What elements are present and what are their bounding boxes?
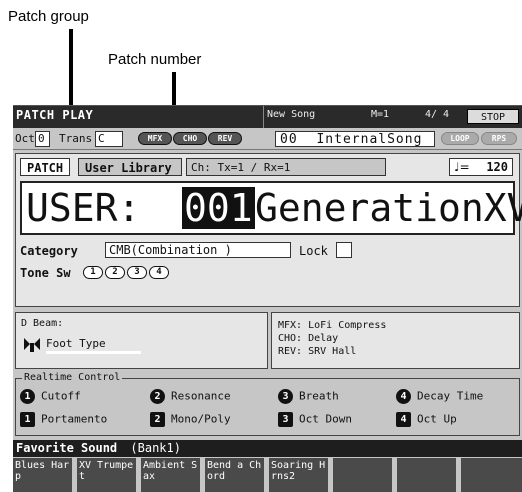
realtime-control-title: Realtime Control xyxy=(22,372,123,383)
d-beam-icon xyxy=(23,335,41,357)
patch-number[interactable]: 001 xyxy=(182,187,255,229)
favorite-slot-4[interactable]: Bend a Chord xyxy=(205,458,266,492)
realtime-knob-3[interactable]: 3 Breath xyxy=(278,389,339,404)
song-name: InternalSong xyxy=(316,132,423,147)
cho-type: CHO: Delay xyxy=(278,333,339,344)
realtime-button-1[interactable]: 1 Portamento xyxy=(20,412,107,427)
category-label: Category xyxy=(20,244,78,258)
octave-field[interactable]: 0 xyxy=(35,131,50,147)
tempo-display[interactable]: ♩= 120 xyxy=(449,158,513,176)
tone-sw-label: Tone Sw xyxy=(20,266,71,280)
cho-switch[interactable]: CHO xyxy=(173,132,207,145)
favorite-sound-title: Favorite Sound xyxy=(16,441,118,455)
tone-switch-3[interactable]: 3 xyxy=(127,266,147,279)
favorite-sound-bar: Favorite Sound (Bank1) xyxy=(13,440,522,457)
d-beam-panel[interactable]: D Beam: Foot Type xyxy=(15,312,268,369)
song-number: 00 xyxy=(280,132,298,147)
lock-label: Lock xyxy=(299,244,328,258)
tab-patch[interactable]: PATCH xyxy=(20,158,71,176)
tab-user-library[interactable]: User Library xyxy=(78,158,182,176)
realtime-button-2[interactable]: 2 Mono/Poly xyxy=(150,412,231,427)
measure-indicator: M=1 xyxy=(371,109,390,120)
favorite-slot-1[interactable]: Blues Harp xyxy=(13,458,74,492)
patch-name-display[interactable]: USER: 001 GenerationXV xyxy=(20,181,522,235)
tone-switch-1[interactable]: 1 xyxy=(83,266,103,279)
transpose-field[interactable]: C xyxy=(95,131,123,147)
effects-panel: MFX: LoFi Compress CHO: Delay REV: SRV H… xyxy=(271,312,520,369)
realtime-control-panel: Realtime Control 1 Cutoff 2 Resonance 3 Bre… xyxy=(15,372,520,436)
realtime-knob-2[interactable]: 2 Resonance xyxy=(150,389,231,404)
quarter-note-icon: ♩= xyxy=(454,160,470,174)
favorite-bank: (Bank1) xyxy=(130,441,181,455)
song-selector[interactable]: 00 InternalSong xyxy=(275,131,435,147)
favorite-slot-7[interactable] xyxy=(397,458,458,492)
realtime-button-3[interactable]: 3 Oct Down xyxy=(278,412,352,427)
realtime-knob-4[interactable]: 4 Decay Time xyxy=(396,389,483,404)
realtime-button-4[interactable]: 4 Oct Up xyxy=(396,412,457,427)
patch-group[interactable]: USER: xyxy=(26,183,140,233)
realtime-knob-1[interactable]: 1 Cutoff xyxy=(20,389,81,404)
rps-button[interactable]: RPS xyxy=(481,132,517,145)
loop-button[interactable]: LOOP xyxy=(441,132,479,145)
tone-switch-4[interactable]: 4 xyxy=(149,266,169,279)
synth-display: PATCH PLAY New Song M=1 4/ 4 STOP Oct 0 … xyxy=(13,105,522,492)
category-field[interactable]: CMB(Combination ) xyxy=(105,242,291,258)
channel-display: Ch: Tx=1 / Rx=1 xyxy=(186,158,386,176)
trans-label: Trans xyxy=(59,132,93,145)
patch-panel: PATCH User Library Ch: Tx=1 / Rx=1 ♩= 12… xyxy=(15,153,522,307)
patch-number-annotation: Patch number xyxy=(108,51,202,68)
divider xyxy=(263,106,264,128)
title-bar: PATCH PLAY New Song M=1 4/ 4 STOP xyxy=(13,106,522,128)
lock-checkbox[interactable] xyxy=(336,242,352,258)
tone-switch-2[interactable]: 2 xyxy=(105,266,125,279)
transport-status: STOP xyxy=(467,109,519,124)
favorite-slot-5[interactable]: Soaring Hrns2 xyxy=(269,458,330,492)
mode-title: PATCH PLAY xyxy=(16,108,94,122)
favorite-slot-2[interactable]: XV Trumpet xyxy=(77,458,138,492)
mfx-type: MFX: LoFi Compress xyxy=(278,320,387,331)
d-beam-label: D Beam: xyxy=(21,318,64,329)
song-title: New Song xyxy=(267,109,316,120)
favorite-slots: Blues Harp XV Trumpet Ambient Sax Bend a… xyxy=(13,458,522,492)
patch-name: GenerationXV xyxy=(255,186,522,230)
favorite-slot-3[interactable]: Ambient Sax xyxy=(141,458,202,492)
time-signature: 4/ 4 xyxy=(425,109,450,120)
oct-label: Oct xyxy=(15,132,35,145)
d-beam-value: Foot Type xyxy=(46,337,106,350)
favorite-slot-6[interactable] xyxy=(333,458,394,492)
d-beam-underline xyxy=(46,351,141,354)
rev-type: REV: SRV Hall xyxy=(278,346,357,357)
favorite-slot-8[interactable] xyxy=(461,458,522,492)
patch-group-annotation: Patch group xyxy=(8,8,89,25)
rev-switch[interactable]: REV xyxy=(208,132,242,145)
performance-row: Oct 0 Trans C MFX CHO REV 00 InternalSon… xyxy=(13,128,522,150)
mfx-switch[interactable]: MFX xyxy=(138,132,172,145)
tempo-value: 120 xyxy=(486,160,508,174)
